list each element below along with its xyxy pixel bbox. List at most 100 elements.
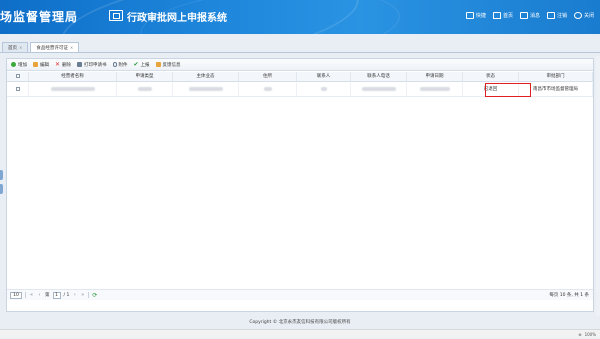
column-header-contact-phone[interactable]: 联系人电话 [351, 72, 407, 81]
edit-button-label: 编辑 [40, 62, 49, 68]
last-page-icon[interactable]: » [80, 292, 85, 298]
home-icon [492, 12, 501, 19]
refresh-icon[interactable]: ⟳ [92, 292, 97, 299]
nav-home-label: 首页 [502, 13, 513, 19]
close-icon[interactable]: × [70, 45, 73, 50]
redacted-text [320, 86, 327, 91]
tab-home-label: 首页 [8, 45, 17, 51]
select-all-cell[interactable] [7, 72, 29, 81]
attachment-button[interactable]: 附件 [112, 62, 128, 68]
app-window: 场监督管理局 行政审批网上申报系统 快捷 首页 消息 注销 关闭 首页 × 食品… [0, 0, 600, 338]
column-header-contact[interactable]: 联系人 [297, 72, 351, 81]
first-page-icon[interactable]: « [29, 292, 34, 298]
submit-report-label: 上报 [140, 62, 150, 68]
column-header-address[interactable]: 住所 [239, 72, 297, 81]
status-cell: 已退回 [463, 83, 519, 96]
column-header-approval-department[interactable]: 审批部门 [519, 72, 593, 81]
page-label: 第 [45, 293, 50, 298]
tab-divider [0, 52, 600, 53]
application-date-cell [407, 83, 463, 96]
table-header: 经营者名称 申请类型 主体业态 住所 联系人 联系人电话 申请日期 状态 审批部… [7, 72, 593, 82]
contact-cell [297, 83, 351, 96]
column-header-business-format[interactable]: 主体业态 [173, 72, 239, 81]
logout-icon [546, 12, 555, 19]
submit-report-button[interactable]: ✔ 上报 [134, 62, 150, 68]
operator-name-cell [29, 83, 117, 96]
redacted-text [419, 86, 450, 91]
printer-icon [77, 62, 82, 67]
pager-separator [25, 292, 26, 298]
row-checkbox[interactable] [15, 86, 20, 91]
nav-messages[interactable]: 消息 [519, 12, 540, 19]
contact-phone-cell [351, 83, 407, 96]
footer-copyright: Copyright © 北京永杰友信科技有限公司版权所有 [249, 320, 351, 325]
main-panel: 增加 编辑 ✕ 删除 打印申请书 附件 ✔ 上报 反馈信息 经营者名称 申请类型… [6, 58, 594, 312]
pager-separator [88, 292, 90, 298]
toolbar: 增加 编辑 ✕ 删除 打印申请书 附件 ✔ 上报 反馈信息 [7, 59, 593, 71]
power-icon [573, 12, 582, 19]
tab-food-license-label: 食品经营许可证 [36, 45, 68, 51]
table-row[interactable]: 已退回 南昌市市场监督管理局 [7, 83, 593, 97]
edit-button[interactable]: 编辑 [33, 62, 49, 68]
row-select-cell[interactable] [7, 83, 29, 96]
system-logo-icon [109, 10, 123, 21]
pager-info: 每页 10 条, 共 1 条 [549, 293, 589, 298]
app-header: 场监督管理局 行政审批网上申报系统 快捷 首页 消息 注销 关闭 [0, 0, 600, 34]
total-pages: / 1 [63, 292, 70, 298]
column-header-application-type[interactable]: 申请类型 [117, 72, 173, 81]
add-button[interactable]: 增加 [11, 62, 27, 68]
close-icon[interactable]: × [19, 45, 22, 50]
next-page-icon[interactable]: › [72, 292, 77, 298]
checkmark-icon: ✔ [133, 61, 139, 68]
pencil-icon [33, 62, 38, 67]
redacted-text [188, 86, 223, 91]
current-page-input[interactable]: 1 [52, 291, 61, 299]
nav-quick-label: 快捷 [475, 13, 486, 19]
sidebar-collapse-handle[interactable] [0, 184, 3, 194]
plus-icon [11, 62, 16, 67]
top-nav: 快捷 首页 消息 注销 关闭 [465, 12, 594, 19]
add-button-label: 增加 [18, 62, 27, 68]
nav-messages-label: 消息 [529, 13, 540, 19]
sidebar-collapse-handle[interactable] [0, 170, 3, 180]
nav-logout-label: 注销 [556, 13, 567, 19]
redacted-text [361, 86, 396, 91]
pagination-bar: 10 « ‹ 第 1 / 1 › » ⟳ 每页 10 条, 共 1 条 [7, 289, 593, 300]
column-header-application-date[interactable]: 申请日期 [407, 72, 463, 81]
vertical-scrollbar[interactable] [596, 56, 600, 316]
address-cell [239, 83, 297, 96]
delete-button[interactable]: ✕ 删除 [55, 62, 71, 68]
nav-close[interactable]: 关闭 [573, 12, 594, 19]
mail-icon [519, 12, 528, 19]
delete-x-icon: ✕ [55, 61, 61, 68]
application-type-cell [117, 83, 173, 96]
select-all-checkbox[interactable] [15, 73, 20, 78]
tab-home[interactable]: 首页 × [2, 42, 29, 52]
org-title: 场监督管理局 [0, 10, 79, 24]
print-application-label: 打印申请书 [84, 62, 107, 68]
system-title: 行政审批网上申报系统 [127, 13, 227, 24]
paperclip-icon [112, 62, 117, 67]
feedback-button-label: 反馈信息 [162, 62, 181, 68]
nav-close-label: 关闭 [583, 13, 594, 19]
redacted-text [137, 86, 152, 91]
page-size-select[interactable]: 10 [10, 291, 22, 299]
approval-department-cell: 南昌市市场监督管理局 [519, 83, 593, 96]
feedback-icon [155, 62, 161, 67]
tab-bar: 首页 × 食品经营许可证 × [2, 42, 80, 52]
nav-logout[interactable]: 注销 [546, 12, 567, 19]
feedback-button[interactable]: 反馈信息 [155, 62, 181, 68]
grid-icon [465, 12, 474, 19]
column-header-status[interactable]: 状态 [463, 72, 519, 81]
redacted-text [50, 86, 95, 91]
print-application-button[interactable]: 打印申请书 [77, 62, 107, 68]
attachment-button-label: 附件 [118, 62, 128, 68]
redacted-text [263, 86, 272, 91]
column-header-operator-name[interactable]: 经营者名称 [29, 72, 117, 81]
nav-quick[interactable]: 快捷 [465, 12, 486, 19]
prev-page-icon[interactable]: ‹ [37, 292, 42, 298]
nav-home[interactable]: 首页 [492, 12, 513, 19]
delete-button-label: 删除 [62, 62, 71, 68]
browser-status-bar: ⊕ 100% [0, 329, 600, 338]
tab-food-license[interactable]: 食品经营许可证 × [30, 42, 80, 52]
